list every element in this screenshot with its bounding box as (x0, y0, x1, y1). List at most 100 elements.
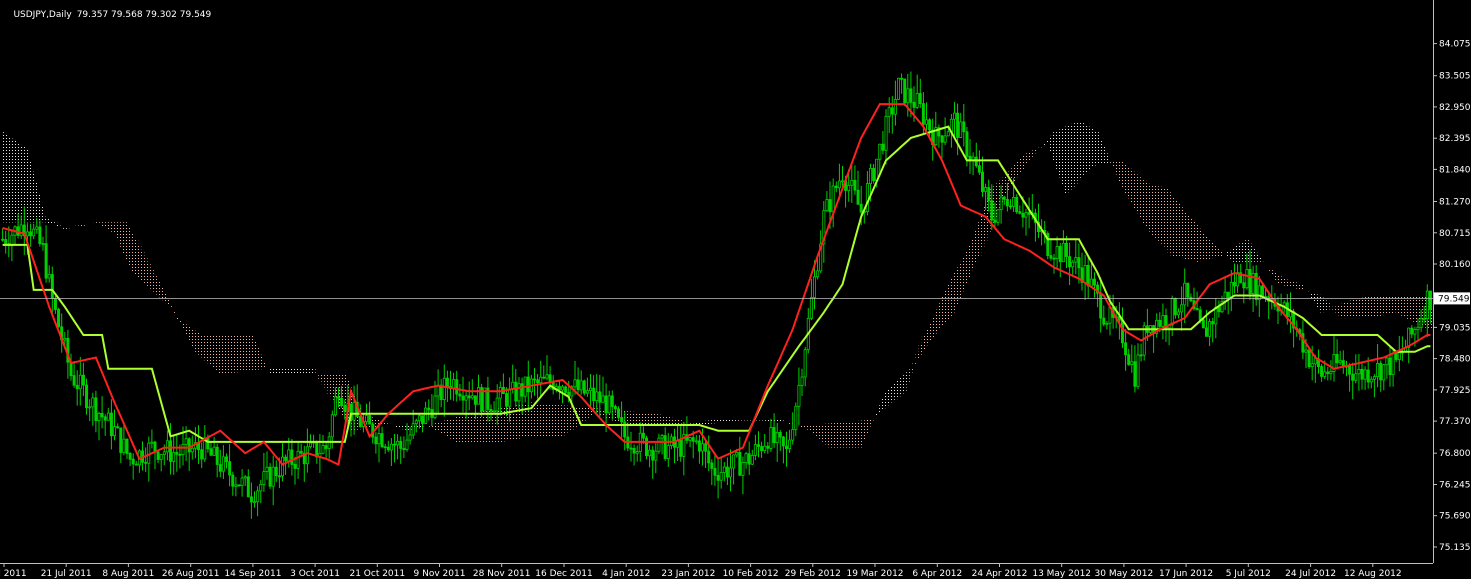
candle-body (200, 449, 204, 460)
candle-body (663, 435, 667, 459)
cloud-segment (1024, 153, 1028, 165)
cloud-segment (1080, 122, 1084, 177)
candle-body (265, 466, 269, 472)
candle-body (654, 450, 658, 461)
ichimoku-chart[interactable]: 84.075 83.505 82.950 82.395 81.840 81.270 80.7… (0, 0, 1471, 579)
candle-body (788, 439, 792, 450)
cloud-segment (1068, 125, 1072, 191)
chart-window[interactable]: 84.075 83.505 82.950 82.395 81.840 81.270 80.7… (0, 0, 1471, 579)
candle-body (1419, 318, 1423, 328)
cloud-segment (271, 368, 276, 375)
candle-body (887, 107, 891, 117)
candle-body (75, 384, 79, 390)
cloud-segment (1394, 295, 1399, 313)
cloud-segment (1092, 130, 1097, 166)
cloud-segment (150, 268, 154, 290)
candle-body (825, 199, 829, 212)
candle-body (561, 386, 564, 391)
candle-body (284, 456, 288, 462)
candle-body (1208, 321, 1212, 337)
candle-body (847, 184, 851, 191)
cloud-segment (912, 363, 916, 365)
cloud-segment (396, 425, 400, 427)
candle-body (1385, 357, 1389, 366)
cloud-segment (688, 422, 692, 424)
time-tick-label: 8 Jul 2011 (0, 569, 27, 579)
cloud-segment (1363, 296, 1367, 318)
cloud-segment (741, 419, 745, 421)
cloud-segment (280, 368, 285, 375)
candle-body (259, 483, 263, 492)
candle-body (869, 167, 872, 184)
candle-body (576, 379, 580, 391)
candle-body (337, 396, 341, 399)
cloud-segment (679, 420, 683, 424)
cloud-segment (109, 222, 114, 232)
price-tick-label: 78.480 (1439, 355, 1471, 365)
candle-body (564, 386, 568, 393)
cloud-segment (728, 419, 733, 422)
candle-body (162, 451, 166, 455)
price-tick-label: 75.690 (1439, 512, 1471, 522)
price-tick-label: 75.135 (1439, 543, 1471, 553)
cloud-segment (131, 233, 136, 273)
candle-body (657, 437, 661, 452)
candle-body (613, 406, 617, 410)
candle-body (598, 391, 602, 403)
cloud-segment (582, 407, 587, 421)
candle-body (763, 445, 767, 451)
candle-body (330, 414, 334, 438)
cloud-segment (299, 368, 304, 375)
cloud-segment (1267, 268, 1271, 271)
candle-body (691, 437, 695, 442)
cloud-segment (564, 405, 568, 434)
cloud-segment (193, 330, 198, 352)
cloud-segment (931, 315, 935, 337)
candle-body (1372, 376, 1376, 380)
candle-body (641, 432, 645, 439)
cloud-segment (847, 421, 851, 448)
candle-body (750, 454, 754, 465)
candle-body (103, 416, 107, 421)
candle-body (1105, 322, 1109, 325)
candle-body (557, 386, 561, 391)
candle-body (620, 416, 624, 423)
cloud-segment (1344, 301, 1349, 319)
candle-body (477, 387, 481, 405)
candle-body (1130, 361, 1134, 365)
cloud-segment (1180, 207, 1184, 259)
cloud-segment (1074, 122, 1078, 184)
cloud-segment (284, 368, 288, 375)
candle-body (915, 93, 919, 108)
price-tick-label: 84.075 (1439, 40, 1471, 50)
cloud-segment (1161, 187, 1165, 246)
candle-body (645, 437, 648, 457)
candle-body (632, 447, 636, 454)
time-tick-label: 13 May 2012 (1032, 569, 1091, 579)
time-tick-label: 14 Sep 2011 (224, 569, 281, 579)
candle-body (853, 179, 857, 191)
cloud-segment (1096, 132, 1100, 165)
candle-body (800, 376, 804, 386)
cloud-segment (315, 373, 319, 375)
candle-body (1310, 363, 1314, 368)
cloud-segment (676, 419, 680, 424)
cloud-segment (1236, 245, 1240, 262)
candle-body (897, 77, 900, 100)
candle-body (635, 451, 639, 454)
cloud-segment (788, 422, 792, 424)
candle-body (859, 203, 863, 213)
candle-body (943, 135, 947, 143)
cloud-segment (1186, 214, 1190, 260)
candle-body (274, 466, 278, 477)
candle-body (1211, 321, 1215, 325)
cloud-segment (1242, 241, 1246, 262)
cloud-segment (918, 344, 923, 355)
candle-body (408, 434, 412, 441)
cloud-segment (760, 419, 764, 421)
cloud-segment (1229, 249, 1234, 259)
candle-body (1288, 311, 1292, 318)
cloud-segment (1033, 149, 1038, 154)
cloud-segment (1055, 130, 1059, 169)
ichimoku-cloud (1, 121, 1433, 448)
